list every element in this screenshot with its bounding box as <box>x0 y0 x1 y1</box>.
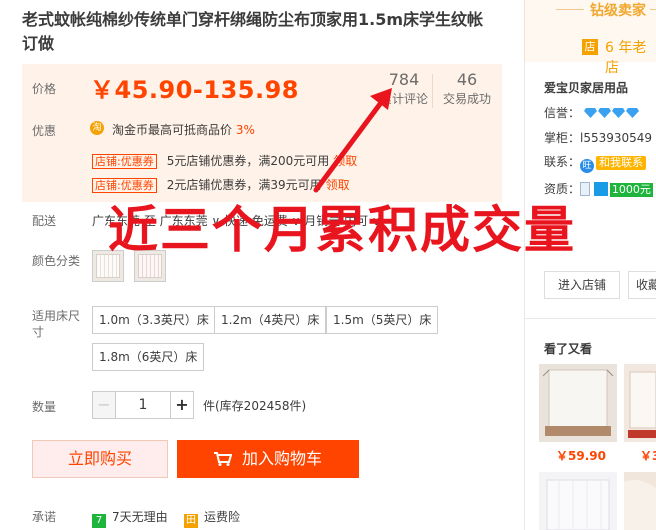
deals-stat: 46 交易成功 <box>440 70 494 108</box>
size-option[interactable]: 1.2m（4英尺）床 <box>214 306 327 334</box>
sidebar-border <box>524 62 525 530</box>
stock-info: 件(库存202458件) <box>203 399 307 413</box>
credit-row: 信誉： <box>544 104 640 121</box>
promise-insurance[interactable]: 田运费险 <box>184 508 240 528</box>
contact-button[interactable]: 和我联系 <box>596 156 647 170</box>
returns-icon: 7 <box>92 514 106 528</box>
color-label: 颜色分类 <box>32 254 81 268</box>
shipping-label: 配送 <box>32 214 57 228</box>
coupon-text: 2元店铺优惠券，满39元可用 <box>166 178 322 192</box>
enter-shop-button[interactable]: 进入店铺 <box>544 271 620 299</box>
deposit-badge[interactable]: 1000元 <box>609 183 653 197</box>
decor-line <box>556 9 584 10</box>
cart-icon <box>213 452 232 466</box>
seller-level: 钻级卖家 <box>590 3 646 19</box>
product-title: 老式蚊帐纯棉纱传统单门穿杆绑绳防尘布顶家用1.5m床学生纹帐订做 <box>22 10 484 53</box>
recommend-thumb[interactable] <box>624 364 656 442</box>
recommend-price: ￥3 <box>640 449 656 463</box>
size-option[interactable]: 1.8m（6英尺）床 <box>92 343 205 371</box>
diamond-icon <box>625 108 639 118</box>
quantity-plus-button[interactable]: + <box>170 391 194 419</box>
size-option[interactable]: 1.5m（5英尺）床 <box>326 306 439 334</box>
insurance-text: 运费险 <box>204 510 241 524</box>
keeper-name[interactable]: l553930549 <box>580 131 652 145</box>
net-product-image <box>539 472 617 530</box>
recommend-thumb[interactable] <box>539 472 617 530</box>
promise-label: 承诺 <box>32 510 57 524</box>
qualification-label: 资质： <box>544 182 581 196</box>
keeper-label: 掌柜： <box>544 131 581 145</box>
diamond-icon <box>611 108 625 118</box>
sidebar-divider <box>525 318 656 319</box>
size-label: 适用床尺寸 <box>32 309 81 339</box>
size-option[interactable]: 1.0m（3.3英尺）床 <box>92 306 216 334</box>
price-label: 价格 <box>32 82 57 96</box>
credit-label: 信誉： <box>544 106 581 120</box>
keeper-row: 掌柜：l553930549 <box>544 129 652 146</box>
promise-returns[interactable]: 7 7天无理由 <box>92 508 168 528</box>
coupon-tag: 店铺:优惠券 <box>92 178 157 193</box>
license-icon[interactable] <box>580 182 591 196</box>
coupon-tag: 店铺:优惠券 <box>92 154 157 169</box>
price-value: ￥45.90-135.98 <box>90 76 299 104</box>
favorite-shop-button[interactable]: 收藏 <box>628 271 656 299</box>
price-panel: 价格 ￥45.90-135.98 784 累计评论 46 交易成功 优惠 淘 淘… <box>22 64 502 202</box>
shop-age-icon: 店 <box>582 39 598 55</box>
recommend-title: 看了又看 <box>544 342 593 356</box>
shop-name[interactable]: 爱宝贝家居用品 <box>544 79 628 96</box>
taojinbi-coin-icon: 淘 <box>90 121 104 135</box>
diamond-icon <box>597 108 611 118</box>
guarantee-icon <box>593 182 608 196</box>
stat-divider <box>432 74 433 108</box>
annotation-overlay-text: 近三个月累积成交量 <box>108 201 576 259</box>
net-product-image <box>624 472 656 530</box>
quantity-minus-button[interactable]: − <box>92 391 116 419</box>
contact-label: 联系： <box>544 155 581 169</box>
recommend-price: ￥59.90 <box>556 449 606 463</box>
add-to-cart-button[interactable]: 加入购物车 <box>177 440 359 478</box>
returns-text: 7天无理由 <box>112 510 168 524</box>
annotation-arrow-icon <box>313 88 392 193</box>
insurance-icon: 田 <box>184 514 198 528</box>
diamond-icon <box>583 108 597 118</box>
contact-row: 联系：旺和我联系 <box>544 153 647 173</box>
quantity-label: 数量 <box>32 400 57 414</box>
shop-age: 6 年老店 <box>605 40 647 76</box>
net-product-image <box>539 364 617 442</box>
promo-label: 优惠 <box>32 124 57 138</box>
decor-line <box>650 9 656 10</box>
chat-icon[interactable]: 旺 <box>580 159 595 173</box>
taojinbi-row: 淘金币最高可抵商品价 3% <box>112 121 255 138</box>
taojinbi-text: 淘金币最高可抵商品价 <box>112 123 233 137</box>
add-to-cart-label: 加入购物车 <box>241 449 322 468</box>
taojinbi-pct: 3% <box>235 123 255 137</box>
deals-label: 交易成功 <box>442 92 491 106</box>
buy-now-button[interactable]: 立即购买 <box>32 440 168 478</box>
net-product-image <box>624 364 656 442</box>
recommend-thumb[interactable] <box>624 472 656 530</box>
deals-count: 46 <box>456 70 478 89</box>
recommend-thumb[interactable] <box>539 364 617 442</box>
qualification-row: 资质： 1000元 <box>544 180 653 197</box>
quantity-input[interactable]: 1 <box>116 391 170 419</box>
